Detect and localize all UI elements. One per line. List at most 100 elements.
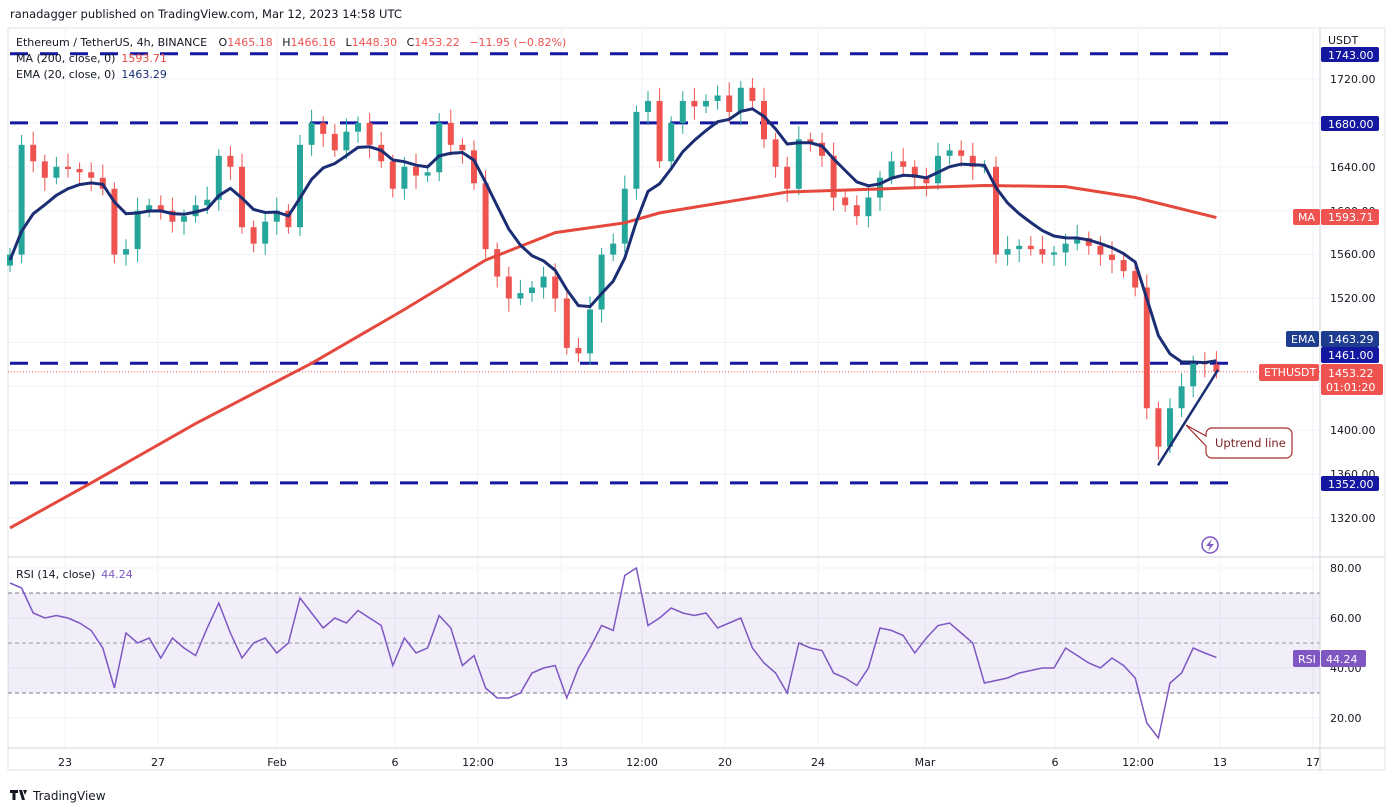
candle-body — [1109, 254, 1115, 261]
rsi-tick: 20.00 — [1330, 712, 1362, 725]
candle-body — [1039, 249, 1046, 255]
candle-body — [1120, 260, 1127, 272]
candle — [633, 105, 640, 200]
candle-body — [297, 144, 303, 228]
candle-body — [123, 249, 129, 255]
time-tick: 13 — [1213, 756, 1227, 769]
candle-body — [853, 205, 860, 217]
candle-body — [598, 254, 605, 310]
candle-body — [1062, 243, 1069, 253]
callout-text: Uptrend line — [1215, 436, 1286, 450]
close-value: 1453.22 — [414, 36, 460, 49]
time-tick: Feb — [267, 756, 286, 769]
candle-body — [1004, 249, 1011, 255]
svg-text:1463.29: 1463.29 — [1328, 333, 1374, 346]
candle-body — [1155, 408, 1162, 447]
candle-body — [610, 243, 617, 255]
candle-body — [320, 122, 327, 134]
symbol-title: Ethereum / TetherUS, 4h, BINANCE — [16, 36, 207, 49]
candle-body — [772, 139, 779, 167]
svg-text:MA: MA — [1298, 211, 1315, 224]
ema-legend[interactable]: EMA (20, close, 0) 1463.29 — [16, 68, 167, 81]
candle-body — [737, 87, 744, 112]
time-tick: 23 — [58, 756, 72, 769]
candle-body — [714, 95, 721, 101]
candle-body — [355, 122, 361, 132]
rsi-tick: 60.00 — [1330, 612, 1362, 625]
badge-ema: EMA 1463.29 — [1286, 331, 1379, 347]
rsi-legend[interactable]: RSI (14, close) 44.24 — [16, 568, 133, 581]
candle-body — [482, 183, 489, 250]
time-tick: 17 — [1306, 756, 1320, 769]
candle-body — [1027, 245, 1034, 250]
rsi-legend-value: 44.24 — [101, 568, 133, 581]
open-value: 1465.18 — [227, 36, 273, 49]
footer-brand: TradingView — [32, 789, 106, 803]
time-tick: 27 — [151, 756, 165, 769]
candle-body — [1016, 245, 1023, 250]
svg-text:1593.71: 1593.71 — [1328, 211, 1374, 224]
candle-body — [436, 122, 443, 173]
candle-body — [250, 227, 257, 244]
price-tick: 1640.00 — [1330, 161, 1376, 174]
tradingview-logo-icon — [10, 790, 27, 800]
time-tick: 20 — [718, 756, 732, 769]
candle-body — [587, 309, 593, 354]
price-tick: 1520.00 — [1330, 292, 1376, 305]
candle-body — [1190, 362, 1197, 387]
candle-body — [65, 166, 71, 169]
price-tick: 1560.00 — [1330, 248, 1376, 261]
candle-body — [668, 122, 675, 162]
high-value: 1466.16 — [290, 36, 336, 49]
candle-body — [308, 122, 315, 145]
candle-body — [529, 287, 535, 294]
time-tick: 6 — [392, 756, 399, 769]
time-tick: 24 — [811, 756, 825, 769]
candle-body — [993, 166, 999, 255]
high-label: H — [282, 36, 290, 49]
candle — [436, 113, 443, 182]
svg-text:EMA: EMA — [1291, 333, 1315, 346]
candle-body — [41, 161, 48, 178]
candle-body — [424, 172, 431, 176]
candle-body — [1051, 252, 1057, 255]
published-by: ranadagger published on TradingView.com,… — [10, 7, 402, 21]
tradingview-logo[interactable]: TradingView — [10, 789, 106, 803]
candle-body — [703, 100, 709, 107]
candle-body — [181, 216, 187, 222]
candle-body — [262, 221, 269, 244]
svg-text:1453.22: 1453.22 — [1328, 367, 1374, 380]
candle — [563, 291, 570, 355]
candle-body — [784, 166, 791, 189]
candle-body — [76, 168, 83, 173]
candle-body — [935, 155, 941, 184]
symbol-legend[interactable]: Ethereum / TetherUS, 4h, BINANCE O1465.1… — [16, 36, 566, 49]
candle-body — [389, 161, 396, 189]
candle-body — [447, 122, 454, 145]
rsi-tick: 80.00 — [1330, 562, 1362, 575]
candle-body — [53, 166, 60, 178]
time-tick: Mar — [915, 756, 936, 769]
time-tick: 12:00 — [462, 756, 494, 769]
candle-body — [575, 347, 582, 354]
candle-body — [958, 150, 965, 156]
candle-body — [563, 298, 570, 348]
candle-body — [331, 133, 338, 151]
change-value: −11.95 (−0.82%) — [469, 36, 566, 49]
candle-body — [552, 276, 559, 299]
svg-text:1680.00: 1680.00 — [1328, 118, 1374, 131]
svg-text:1743.00: 1743.00 — [1328, 49, 1374, 62]
time-tick: 12:00 — [1122, 756, 1154, 769]
candle-body — [633, 111, 640, 189]
chart-frame: Uptrend line ranadagger published on Tra… — [7, 7, 1386, 803]
candle — [111, 182, 118, 264]
svg-text:01:01:20: 01:01:20 — [1326, 381, 1375, 394]
candle — [297, 134, 303, 236]
candle-body — [645, 100, 651, 112]
candle-body — [946, 150, 953, 156]
badge-1461: 1461.00 — [1321, 347, 1379, 363]
price-tick: 1400.00 — [1330, 424, 1376, 437]
ma-legend[interactable]: MA (200, close, 0) 1593.71 — [16, 52, 167, 65]
candle-body — [795, 139, 802, 189]
svg-text:44.24: 44.24 — [1326, 653, 1358, 666]
